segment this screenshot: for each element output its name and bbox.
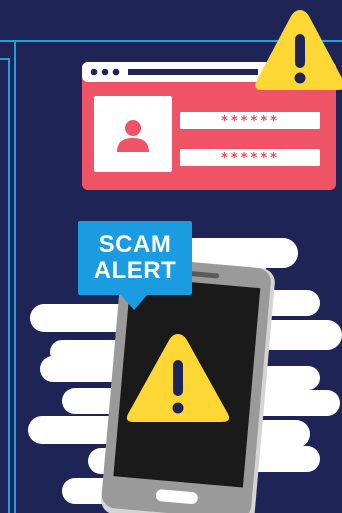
illustration: ****** ****** SCAM ALERT	[0, 0, 342, 513]
scam-alert-line2: ALERT	[93, 257, 177, 284]
speech-bubble-tail	[120, 294, 148, 310]
scam-alert-bubble: SCAM ALERT	[78, 221, 192, 313]
warning-triangle-icon	[126, 334, 230, 422]
scam-alert-line1: SCAM	[98, 231, 172, 258]
scam-alert-box: SCAM ALERT	[78, 221, 192, 295]
